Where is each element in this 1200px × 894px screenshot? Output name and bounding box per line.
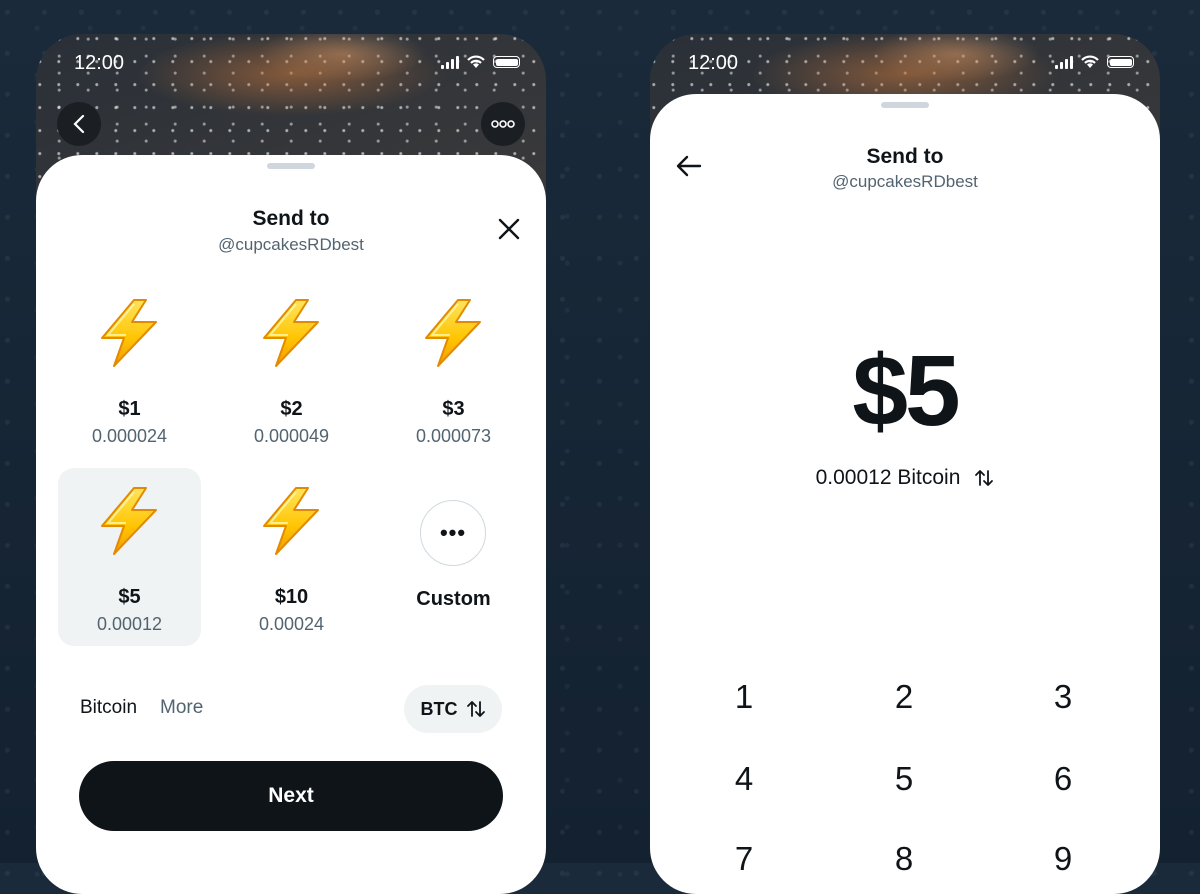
- lightning-icon: [256, 298, 326, 368]
- key-2[interactable]: 2: [854, 678, 954, 716]
- amount-display: $5: [852, 335, 960, 447]
- signal-icon: [1055, 55, 1073, 69]
- send-sheet: Send to @cupcakesRDbest $1 0.000024 $2 0…: [36, 155, 546, 894]
- phone-send-options: 12:00 Send to @cupcakesRDbest $1 0.00002…: [36, 34, 546, 894]
- recipient-handle: @cupcakesRDbest: [218, 235, 364, 254]
- amount-option-5[interactable]: $5 0.00012: [58, 468, 201, 646]
- custom-label: Custom: [416, 588, 491, 610]
- key-4[interactable]: 4: [694, 760, 794, 798]
- amount-label: $3: [442, 398, 465, 420]
- btc-value: 0.000049: [253, 426, 330, 446]
- currency-label: BTC: [420, 698, 458, 719]
- amount-label: $2: [280, 398, 303, 420]
- lightning-icon: [94, 298, 164, 368]
- status-icons: [1055, 55, 1134, 69]
- next-button[interactable]: Next: [79, 761, 503, 831]
- status-time: 12:00: [74, 52, 125, 74]
- battery-icon: [1107, 56, 1134, 68]
- more-button[interactable]: [481, 102, 525, 146]
- key-1[interactable]: 1: [694, 678, 794, 716]
- sheet-title: Send to: [866, 145, 944, 168]
- custom-amount-option[interactable]: ••• Custom: [382, 468, 525, 646]
- key-3[interactable]: 3: [1013, 678, 1113, 716]
- tab-bitcoin[interactable]: Bitcoin: [80, 697, 137, 719]
- key-6[interactable]: 6: [1013, 760, 1113, 798]
- amount-option-3[interactable]: $3 0.000073: [382, 280, 525, 458]
- phone-amount-entry: 12:00 Send to @cupcakesRDbest $5 0.00012…: [650, 34, 1160, 894]
- btc-value: 0.000024: [91, 426, 168, 446]
- btc-amount: 0.00012 Bitcoin: [815, 466, 961, 489]
- amount-label: $1: [118, 398, 141, 420]
- back-button[interactable]: [57, 102, 101, 146]
- amount-label: $10: [274, 586, 309, 608]
- key-8[interactable]: 8: [854, 840, 954, 878]
- tab-more[interactable]: More: [160, 697, 203, 719]
- swap-icon: [466, 701, 485, 717]
- close-icon[interactable]: [497, 217, 521, 241]
- amount-option-2[interactable]: $2 0.000049: [220, 280, 363, 458]
- more-icon: [491, 120, 515, 128]
- swap-icon: [975, 470, 994, 486]
- status-time: 12:00: [688, 52, 739, 74]
- sheet-handle[interactable]: [881, 102, 929, 108]
- more-dots-icon: •••: [420, 500, 486, 566]
- key-7[interactable]: 7: [694, 840, 794, 878]
- wifi-icon: [467, 55, 485, 68]
- amount-label: $5: [118, 586, 141, 608]
- btc-value: 0.00012: [96, 614, 163, 634]
- status-icons: [441, 55, 520, 69]
- btc-value: 0.00024: [258, 614, 325, 634]
- lightning-icon: [94, 486, 164, 556]
- key-9[interactable]: 9: [1013, 840, 1113, 878]
- lightning-icon: [256, 486, 326, 556]
- recipient-handle: @cupcakesRDbest: [832, 172, 978, 191]
- currency-tabs: Bitcoin More: [80, 697, 203, 719]
- key-5[interactable]: 5: [854, 760, 954, 798]
- signal-icon: [441, 55, 459, 69]
- amount-option-10[interactable]: $10 0.00024: [220, 468, 363, 646]
- wifi-icon: [1081, 55, 1099, 68]
- battery-icon: [493, 56, 520, 68]
- chevron-left-icon: [73, 114, 85, 134]
- currency-toggle[interactable]: BTC: [404, 685, 502, 733]
- amount-option-1[interactable]: $1 0.000024: [58, 280, 201, 458]
- sheet-title: Send to: [252, 207, 330, 230]
- btc-value: 0.000073: [415, 426, 492, 446]
- lightning-icon: [418, 298, 488, 368]
- btc-conversion[interactable]: 0.00012 Bitcoin: [650, 466, 1160, 490]
- sheet-handle[interactable]: [267, 163, 315, 169]
